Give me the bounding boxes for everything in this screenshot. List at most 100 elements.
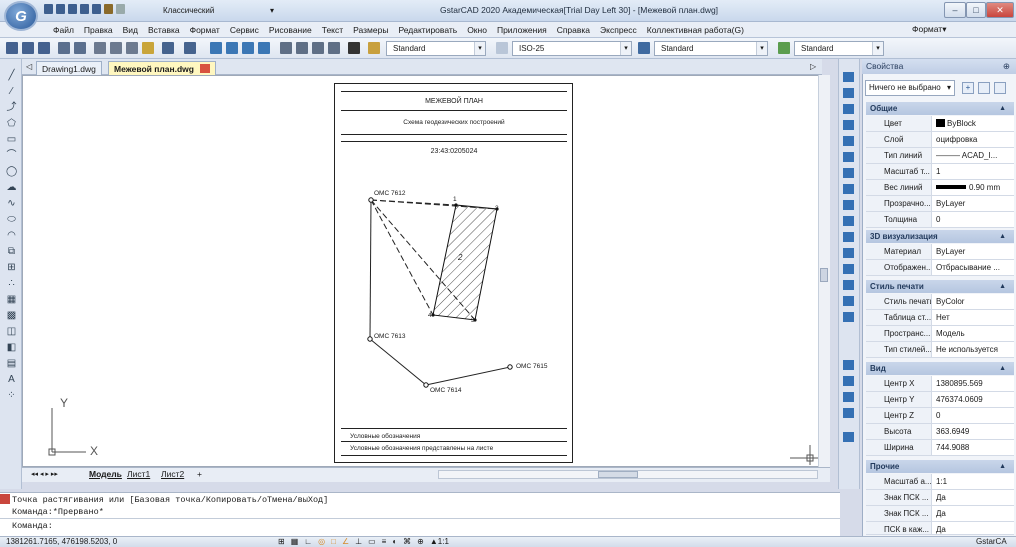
tab-model[interactable]: Модель (86, 468, 125, 481)
zoom-window-icon[interactable] (242, 42, 254, 54)
save-icon[interactable] (68, 4, 77, 14)
gradient-icon[interactable]: ▩ (6, 310, 17, 321)
circle-icon[interactable]: ◯ (6, 166, 17, 177)
tpy-icon[interactable]: ◐ (392, 537, 397, 546)
app-logo-button[interactable]: G (4, 1, 38, 31)
stretch-icon[interactable] (843, 200, 854, 210)
paste-icon[interactable] (126, 42, 138, 54)
close-button[interactable]: ✕ (986, 2, 1014, 18)
insert-block-icon[interactable]: ⧉ (6, 246, 17, 257)
section-view[interactable]: Вид ▲ (866, 362, 1014, 375)
zoom-previous-icon[interactable] (258, 42, 270, 54)
prop-ucs-per-viewport[interactable]: ПСК в каж... Да (866, 522, 1014, 535)
polyline-icon[interactable]: ⤴ (6, 102, 17, 113)
radius-dim-icon[interactable] (843, 392, 854, 402)
properties-icon[interactable] (280, 42, 292, 54)
array-icon[interactable] (843, 136, 854, 146)
prop-linetype[interactable]: Тип линий ——— ACAD_I... (866, 148, 1014, 164)
match-properties-icon[interactable] (142, 42, 154, 54)
leader-icon[interactable] (843, 432, 854, 442)
new-file-icon[interactable] (44, 4, 53, 14)
menu-insert[interactable]: Вставка (143, 25, 185, 35)
select-objects-icon[interactable] (978, 82, 990, 94)
revision-cloud-icon[interactable]: ☁ (6, 182, 17, 193)
multiline-text-icon[interactable]: A (6, 374, 17, 385)
prop-linetype-scale[interactable]: Масштаб т... 1 (866, 164, 1014, 180)
menu-file[interactable]: Файл (48, 25, 79, 35)
prop-ucs-icon-on[interactable]: Знак ПСК ... Да (866, 490, 1014, 506)
copy-icon[interactable] (110, 42, 122, 54)
section-3d-visualization[interactable]: 3D визуализация ▲ (866, 230, 1014, 243)
prop-shadow-display[interactable]: Отображен... Отбрасывание ... (866, 260, 1014, 276)
menu-dimension[interactable]: Размеры (348, 25, 393, 35)
horizontal-scroll-thumb[interactable] (598, 471, 638, 478)
section-general[interactable]: Общие ▲ (866, 102, 1014, 115)
toggle-pickadd-icon[interactable]: + (962, 82, 974, 94)
prop-layer[interactable]: Слой оцифровка (866, 132, 1014, 148)
qp-icon[interactable]: ⌘ (403, 537, 411, 546)
sc-icon[interactable]: ⊕ (417, 537, 424, 546)
open-icon[interactable] (22, 42, 34, 54)
prop-annotation-scale[interactable]: Масштаб а... 1:1 (866, 474, 1014, 490)
otrack-icon[interactable]: ∠ (342, 537, 349, 546)
erase-icon[interactable] (843, 72, 854, 82)
prop-center-z[interactable]: Центр Z 0 (866, 408, 1014, 424)
undo-icon[interactable] (162, 42, 174, 54)
tool-palette-icon[interactable] (312, 42, 324, 54)
prop-plot-style-type[interactable]: Тип стилей... Не используется (866, 342, 1014, 358)
tab-close-icon[interactable] (199, 64, 210, 73)
prop-width[interactable]: Ширина 744.9088 (866, 440, 1014, 456)
new-icon[interactable] (6, 42, 18, 54)
selection-select[interactable]: Ничего не выбрано ▾ (865, 80, 955, 96)
copy-object-icon[interactable] (843, 88, 854, 98)
scroll-thumb[interactable] (820, 268, 828, 282)
region-icon[interactable]: ◫ (6, 326, 17, 337)
section-plot-style[interactable]: Стиль печати ▲ (866, 280, 1014, 293)
layout-nav-icons[interactable]: ◂◂ ◂ ▸ ▸▸ (28, 468, 61, 481)
annotation-scale-icon[interactable]: ▲1:1 (430, 537, 449, 546)
menu-help[interactable]: Справка (552, 25, 595, 35)
menu-modify[interactable]: Редактировать (393, 25, 462, 35)
menu-text[interactable]: Текст (317, 25, 348, 35)
menu-collab[interactable]: Коллективная работа(G) (642, 25, 749, 35)
ducs-icon[interactable]: ⊥ (355, 537, 362, 546)
prop-plot-table[interactable]: Таблица ст... Нет (866, 310, 1014, 326)
command-prompt[interactable]: Команда: (12, 521, 53, 531)
menu-format[interactable]: Формат (185, 25, 225, 35)
prop-height[interactable]: Высота 363.6949 (866, 424, 1014, 440)
tab-scroll-right-icon[interactable]: ▷ (810, 62, 816, 71)
polygon-icon[interactable]: ⬠ (6, 118, 17, 129)
print-icon[interactable] (58, 42, 70, 54)
tab-scroll-left-icon[interactable]: ◁ (26, 62, 32, 71)
menu-window[interactable]: Окно (462, 25, 492, 35)
rectangle-icon[interactable]: ▭ (6, 134, 17, 145)
redo-icon[interactable] (184, 42, 196, 54)
dim-style-select[interactable]: ISO-25 ▾ (512, 41, 632, 56)
redo-icon[interactable] (116, 4, 125, 14)
tab-mezhevoy-plan[interactable]: Межевой план.dwg (108, 61, 216, 75)
command-close-icon[interactable] (0, 494, 10, 504)
save-as-icon[interactable] (80, 4, 89, 14)
extend-icon[interactable] (843, 232, 854, 242)
mirror-icon[interactable] (843, 104, 854, 114)
menu-view[interactable]: Вид (118, 25, 143, 35)
undo-icon[interactable] (104, 4, 113, 14)
scale-icon[interactable] (843, 184, 854, 194)
cut-icon[interactable] (94, 42, 106, 54)
open-file-icon[interactable] (56, 4, 65, 14)
pin-icon[interactable]: ⊕ (1003, 59, 1010, 74)
arc-icon[interactable]: ⌒ (6, 150, 17, 161)
prop-center-x[interactable]: Центр X 1380895.569 (866, 376, 1014, 392)
format-menu[interactable]: Формат▾ (912, 24, 946, 35)
minimize-button[interactable]: – (944, 2, 966, 18)
hatch-icon[interactable]: ▦ (6, 294, 17, 305)
menu-edit[interactable]: Правка (79, 25, 118, 35)
calculator-icon[interactable] (328, 42, 340, 54)
join-icon[interactable] (843, 264, 854, 274)
construction-line-icon[interactable]: ⁄ (6, 86, 17, 97)
table-style-icon[interactable] (638, 42, 650, 54)
add-layout-button[interactable]: + (194, 468, 205, 481)
wipeout-icon[interactable]: ◧ (6, 342, 17, 353)
snap-icon[interactable]: ⊞ (278, 537, 285, 546)
menu-apps[interactable]: Приложения (492, 25, 552, 35)
